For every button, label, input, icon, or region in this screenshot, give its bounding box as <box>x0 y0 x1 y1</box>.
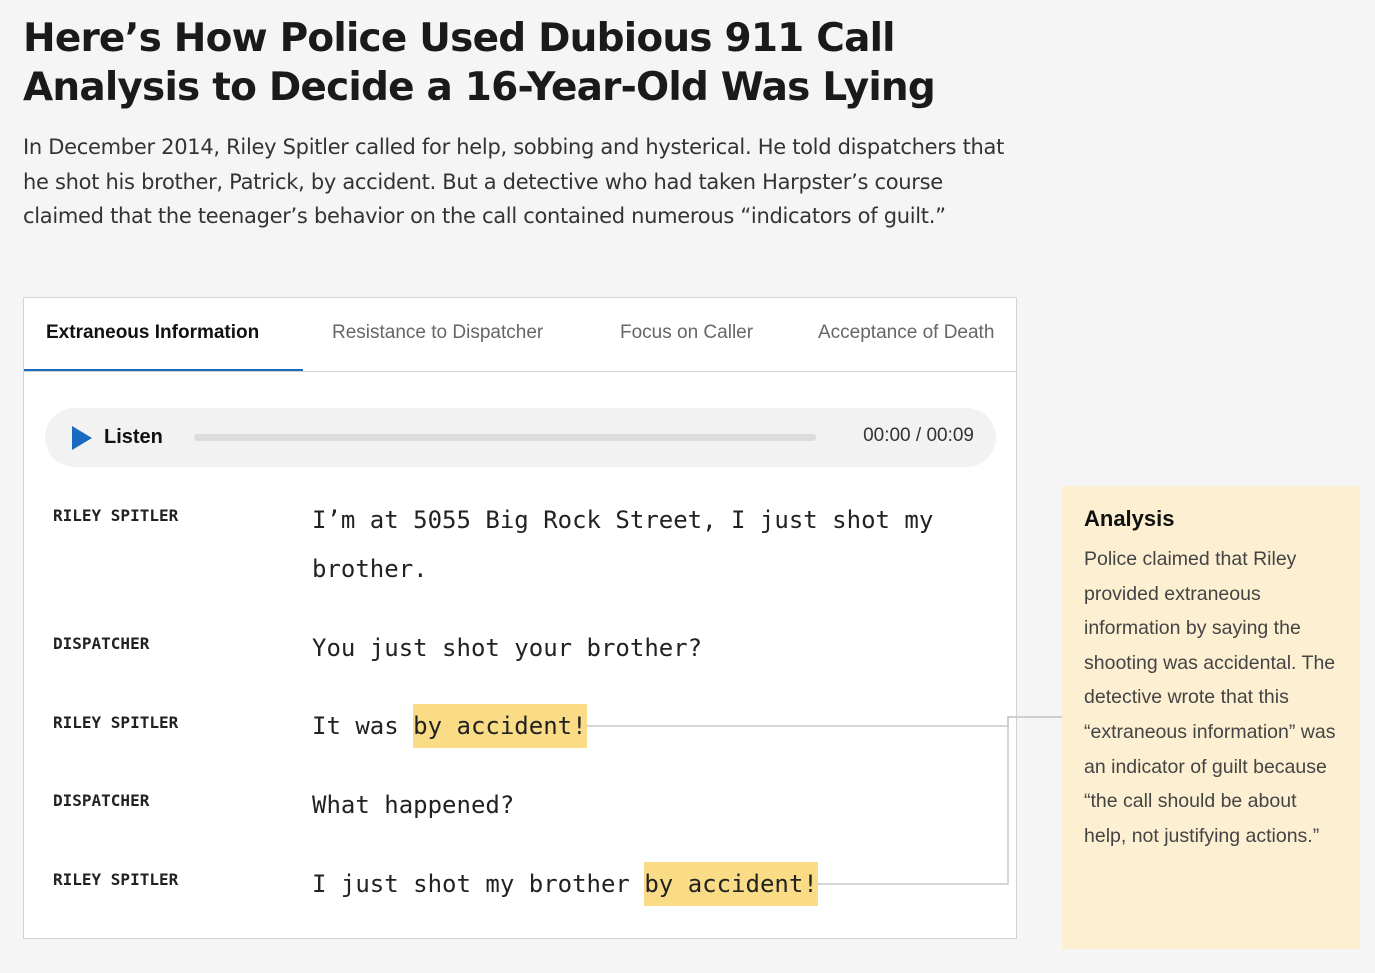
audio-time: 00:00 / 00:09 <box>863 425 974 446</box>
transcript-text: It was <box>312 712 414 740</box>
tab-focus-on-caller[interactable]: Focus on Caller <box>620 298 753 371</box>
listen-button[interactable]: Listen <box>72 424 168 452</box>
speaker-label: DISPATCHER <box>53 634 150 653</box>
transcript-text: What happened? <box>312 791 515 819</box>
analysis-text: Police claimed that Riley provided extra… <box>1084 548 1336 847</box>
transcript-line: It was by accident! <box>312 702 972 751</box>
speaker-label: DISPATCHER <box>53 791 150 810</box>
transcript-text: I’m at 5055 Big Rock Street, I just shot… <box>312 506 934 583</box>
tab-resistance-to-dispatcher[interactable]: Resistance to Dispatcher <box>332 298 543 371</box>
highlighted-phrase: by accident! <box>413 704 587 748</box>
speaker-label: RILEY SPITLER <box>53 506 179 525</box>
highlighted-phrase: by accident! <box>644 862 818 906</box>
tab-bar: Extraneous Information Resistance to Dis… <box>24 298 1016 372</box>
listen-label: Listen <box>104 426 163 448</box>
transcript-line: I just shot my brother by accident! <box>312 860 972 909</box>
tab-extraneous-information[interactable]: Extraneous Information <box>24 298 303 371</box>
transcript-line: You just shot your brother? <box>312 624 972 673</box>
call-analysis-panel: Extraneous Information Resistance to Dis… <box>23 297 1017 939</box>
play-icon <box>72 426 92 450</box>
analysis-box: Analysis Police claimed that Riley provi… <box>1062 486 1360 949</box>
speaker-label: RILEY SPITLER <box>53 870 179 889</box>
article-dek: In December 2014, Riley Spitler called f… <box>23 135 1005 228</box>
speaker-label: RILEY SPITLER <box>53 713 179 732</box>
analysis-title: Analysis <box>1084 506 1175 531</box>
audio-player: Listen 00:00 / 00:09 <box>45 408 996 467</box>
transcript-text: I just shot my brother <box>312 870 645 898</box>
transcript-line: What happened? <box>312 781 972 830</box>
transcript-text: You just shot your brother? <box>312 634 703 662</box>
tab-acceptance-of-death[interactable]: Acceptance of Death <box>818 298 994 371</box>
transcript-line: I’m at 5055 Big Rock Street, I just shot… <box>312 496 972 594</box>
article-headline: Here’s How Police Used Dubious 911 Call … <box>23 16 936 110</box>
audio-progress-bar[interactable] <box>194 434 816 441</box>
